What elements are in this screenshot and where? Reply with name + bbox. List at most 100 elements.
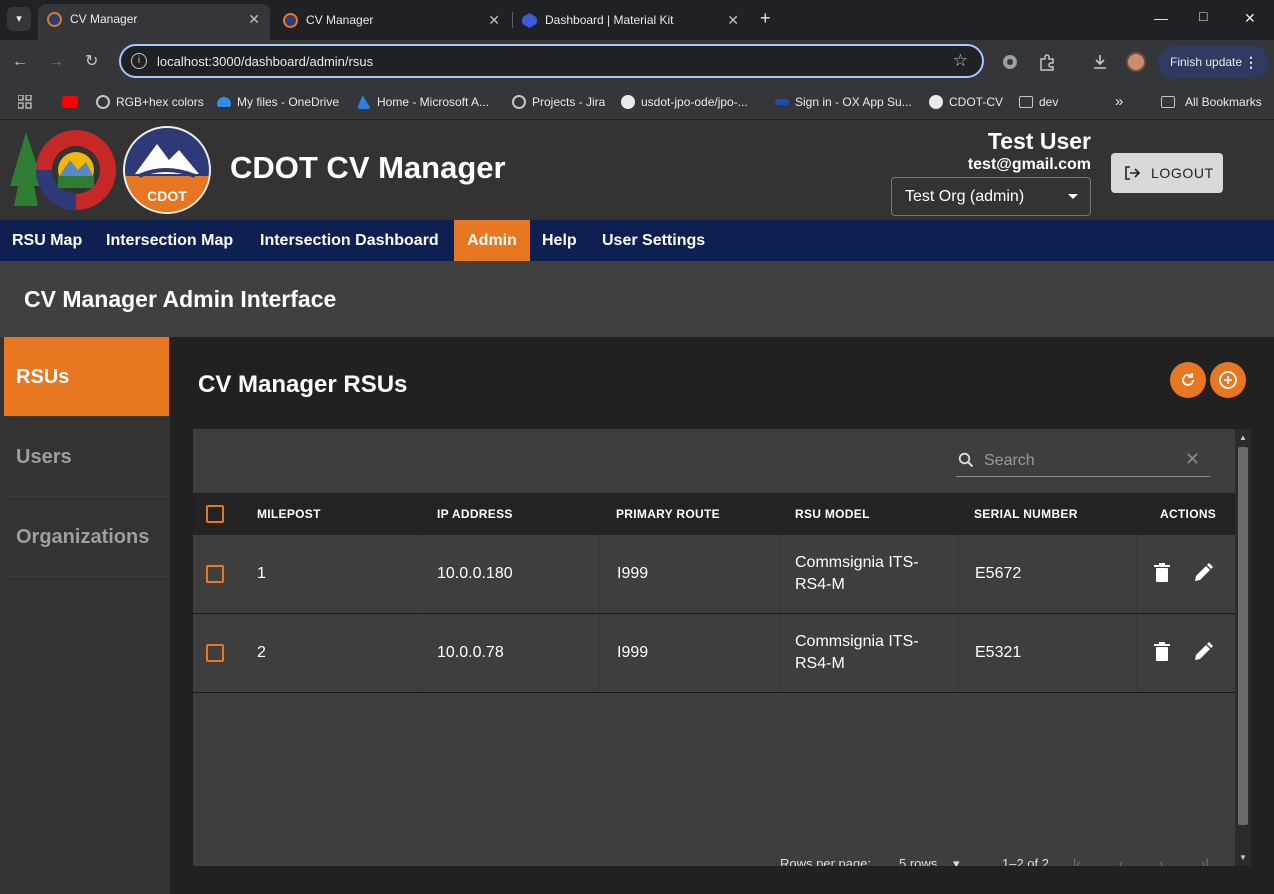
- bookmark-dev-folder[interactable]: dev: [1019, 92, 1058, 112]
- organization-select[interactable]: Test Org (admin): [891, 177, 1091, 216]
- add-rsu-button[interactable]: [1210, 362, 1246, 398]
- search-input[interactable]: [984, 451, 1174, 471]
- bookmark-star-icon[interactable]: ☆: [953, 51, 968, 71]
- extensions-puzzle-icon[interactable]: [1038, 53, 1056, 71]
- nav-help[interactable]: Help: [530, 220, 589, 261]
- row-checkbox[interactable]: [206, 565, 224, 583]
- app-title: CDOT CV Manager: [230, 150, 506, 185]
- browser-tab-3[interactable]: Dashboard | Material Kit ✕: [513, 5, 749, 35]
- extension-power-icon[interactable]: [1001, 53, 1019, 71]
- table-pagination: Rows per page: 5 rows ▾ 1–2 of 2 |‹ ‹ › …: [193, 854, 1235, 866]
- previous-page-icon[interactable]: ‹: [1119, 856, 1123, 866]
- rows-per-page-select[interactable]: 5 rows: [899, 856, 937, 866]
- address-bar[interactable]: i localhost:3000/dashboard/admin/rsus ☆: [119, 44, 984, 78]
- rsu-table: ✕ MILEPOST IP ADDRESS PRIMARY ROUTE RSU …: [193, 429, 1251, 866]
- bookmark-github-ode[interactable]: usdot-jpo-ode/jpo-...: [621, 92, 748, 112]
- rsu-model-line-2: RS4-M: [795, 655, 845, 672]
- profile-avatar[interactable]: [1126, 52, 1146, 72]
- delete-icon[interactable]: [1154, 563, 1170, 583]
- github-icon: [621, 95, 635, 109]
- tab-search-button[interactable]: ▾: [7, 7, 31, 31]
- tab-title: Dashboard | Material Kit: [545, 13, 674, 27]
- edit-pencil-icon[interactable]: [1193, 563, 1213, 583]
- delete-icon[interactable]: [1154, 642, 1170, 662]
- logout-icon: [1125, 166, 1141, 180]
- column-divider: [1136, 614, 1137, 692]
- browser-tab-1[interactable]: CV Manager ✕: [38, 4, 270, 40]
- clear-search-icon[interactable]: ✕: [1185, 449, 1200, 470]
- column-header-milepost[interactable]: MILEPOST: [257, 493, 321, 535]
- bookmark-rgb-hex[interactable]: RGB+hex colors: [96, 92, 204, 112]
- scroll-down-arrow-icon[interactable]: ▼: [1239, 853, 1247, 862]
- cell-serial-number: E5321: [975, 644, 1022, 661]
- column-header-serial-number[interactable]: SERIAL NUMBER: [974, 493, 1078, 535]
- next-page-icon[interactable]: ›: [1159, 856, 1163, 866]
- reload-icon[interactable]: ↻: [85, 52, 98, 72]
- all-bookmarks-button[interactable]: All Bookmarks: [1161, 92, 1262, 112]
- refresh-button[interactable]: [1170, 362, 1206, 398]
- cell-primary-route: I999: [617, 644, 649, 661]
- finish-update-button[interactable]: Finish update ⋮: [1158, 46, 1268, 78]
- cdot-logo: CDOT: [123, 126, 211, 214]
- edit-pencil-icon[interactable]: [1193, 642, 1213, 662]
- more-bookmarks-button[interactable]: »: [1115, 92, 1123, 112]
- window-close-icon[interactable]: ✕: [1244, 10, 1256, 27]
- minimize-icon[interactable]: —: [1154, 10, 1168, 26]
- rsu-model-line-2: RS4-M: [795, 576, 845, 593]
- table-row[interactable]: 2 10.0.0.78 I999 Commsignia ITS- RS4-M E…: [193, 614, 1235, 693]
- apps-grid-icon[interactable]: [18, 95, 32, 109]
- user-email: test@gmail.com: [967, 156, 1091, 173]
- scroll-up-arrow-icon[interactable]: ▲: [1239, 433, 1247, 442]
- bookmark-onedrive[interactable]: My files - OneDrive: [217, 92, 339, 112]
- more-vert-icon: ⋮: [1244, 54, 1258, 70]
- nav-admin[interactable]: Admin: [454, 220, 530, 261]
- column-header-ip-address[interactable]: IP ADDRESS: [437, 493, 513, 535]
- rows-per-page-arrow-icon[interactable]: ▾: [953, 856, 960, 866]
- nav-intersection-dashboard[interactable]: Intersection Dashboard: [248, 220, 451, 261]
- cell-milepost: 1: [257, 565, 266, 582]
- row-checkbox[interactable]: [206, 644, 224, 662]
- dropdown-arrow-icon: [1068, 194, 1078, 199]
- browser-tab-2[interactable]: CV Manager ✕: [274, 5, 510, 35]
- logout-button[interactable]: LOGOUT: [1111, 153, 1223, 193]
- nav-user-settings[interactable]: User Settings: [590, 220, 717, 261]
- table-row[interactable]: 1 10.0.0.180 I999 Commsignia ITS- RS4-M …: [193, 535, 1235, 614]
- maximize-icon[interactable]: □: [1199, 8, 1207, 24]
- bookmark-jira[interactable]: Projects - Jira: [512, 92, 605, 112]
- bookmark-cdot-cv[interactable]: CDOT-CV: [929, 92, 1003, 112]
- bookmark-ox[interactable]: Sign in - OX App Su...: [775, 92, 912, 112]
- user-name: Test User: [987, 128, 1091, 154]
- column-divider: [779, 614, 780, 692]
- select-all-checkbox[interactable]: [206, 505, 224, 523]
- download-icon[interactable]: [1091, 53, 1109, 71]
- close-tab-icon[interactable]: ✕: [248, 4, 260, 35]
- main-nav: RSU Map Intersection Map Intersection Da…: [0, 220, 1274, 261]
- folder-icon: [1019, 96, 1033, 108]
- bookmark-azure[interactable]: Home - Microsoft A...: [357, 92, 489, 112]
- nav-rsu-map[interactable]: RSU Map: [0, 220, 94, 261]
- column-header-primary-route[interactable]: PRIMARY ROUTE: [616, 493, 720, 535]
- sidebar-item-users[interactable]: Users: [4, 417, 169, 497]
- site-info-icon[interactable]: i: [131, 53, 147, 69]
- nav-intersection-map[interactable]: Intersection Map: [94, 220, 245, 261]
- sidebar-item-rsus[interactable]: RSUs: [4, 337, 169, 417]
- column-header-rsu-model[interactable]: RSU MODEL: [795, 493, 870, 535]
- close-tab-icon[interactable]: ✕: [488, 5, 500, 35]
- onedrive-icon: [217, 97, 231, 107]
- url-text[interactable]: localhost:3000/dashboard/admin/rsus: [157, 54, 373, 69]
- forward-arrow-icon[interactable]: →: [48, 52, 64, 72]
- close-tab-icon[interactable]: ✕: [727, 5, 739, 35]
- back-arrow-icon[interactable]: ←: [12, 52, 28, 72]
- cell-ip-address: 10.0.0.180: [437, 565, 513, 582]
- refresh-icon: [1182, 373, 1194, 386]
- last-page-icon[interactable]: ›|: [1201, 856, 1209, 866]
- new-tab-button[interactable]: +: [760, 8, 771, 28]
- sidebar-item-organizations[interactable]: Organizations: [4, 497, 169, 577]
- column-header-actions: ACTIONS: [1160, 507, 1217, 521]
- first-page-icon[interactable]: |‹: [1073, 856, 1081, 866]
- bookmark-youtube[interactable]: [62, 92, 82, 112]
- admin-sidebar: RSUs Users Organizations: [0, 337, 170, 894]
- table-scrollbar[interactable]: ▲ ▼: [1235, 429, 1251, 866]
- scrollbar-thumb[interactable]: [1238, 447, 1248, 825]
- cdot-logo-text: CDOT: [147, 188, 187, 204]
